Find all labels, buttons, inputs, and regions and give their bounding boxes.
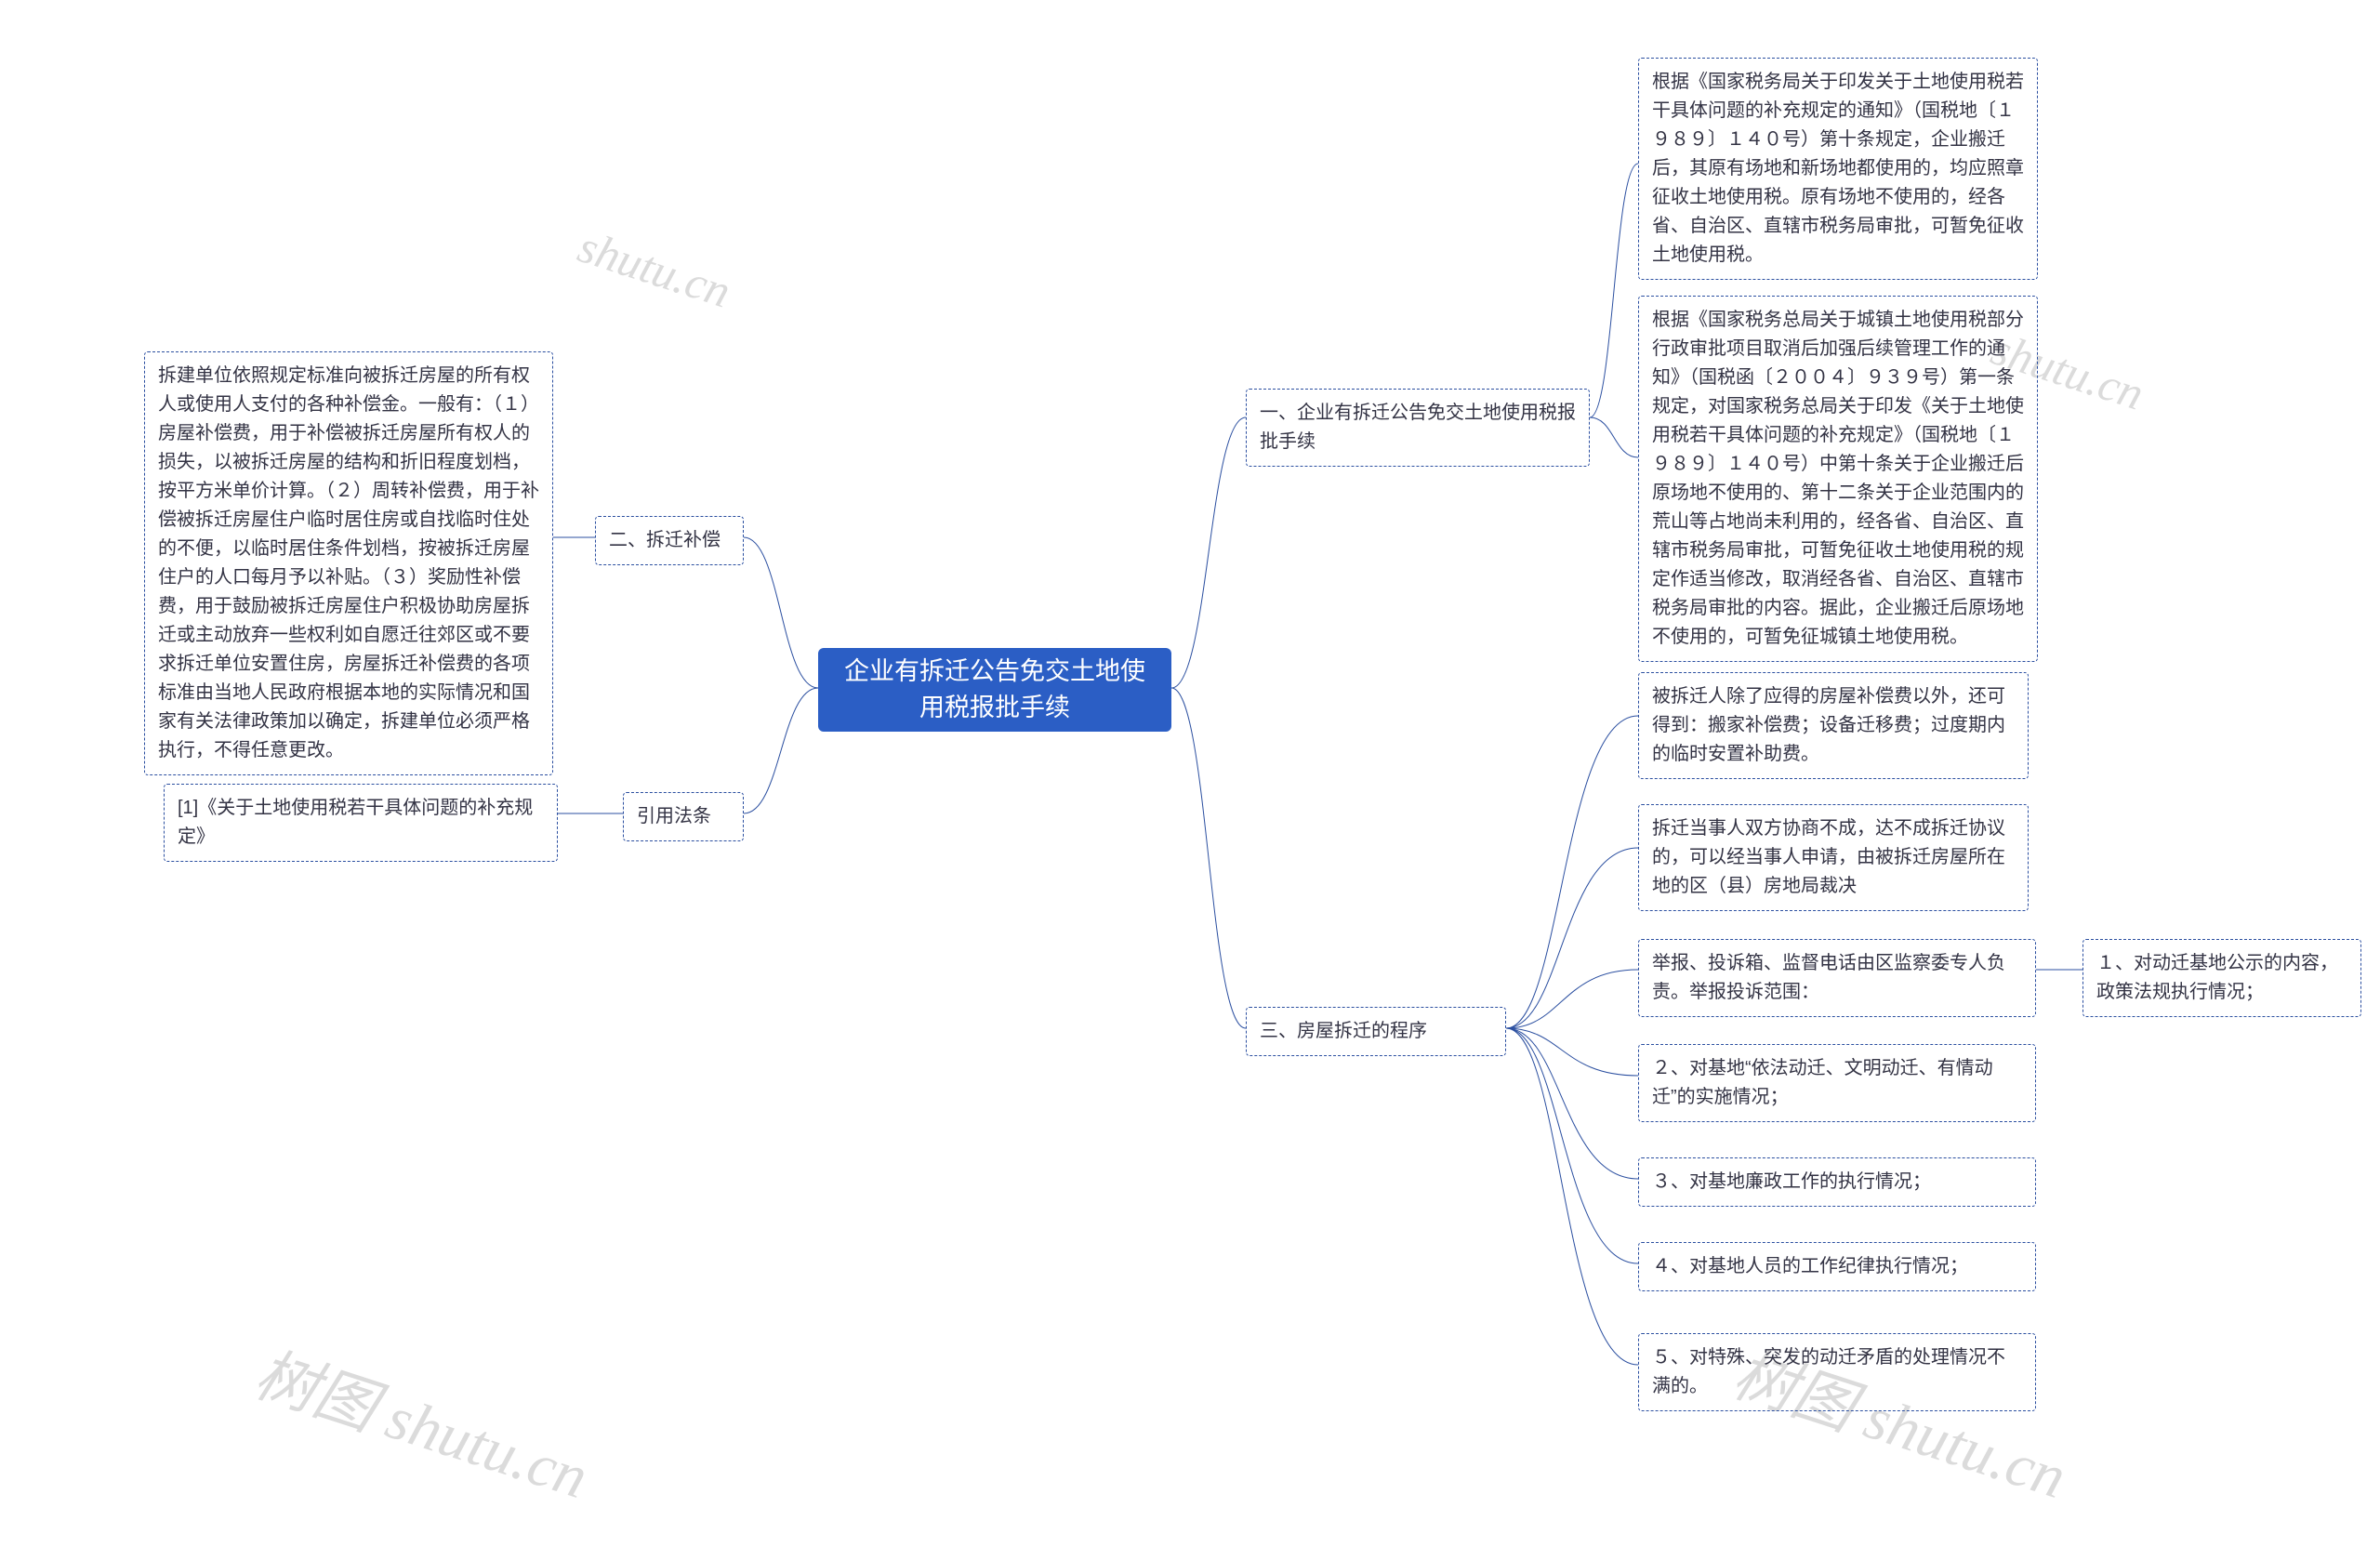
watermark: shutu.cn xyxy=(572,218,737,318)
branch-3-child-7[interactable]: ５、对特殊、突发的动迁矛盾的处理情况不满的。 xyxy=(1638,1333,2036,1411)
branch-1-child-2[interactable]: 根据《国家税务总局关于城镇土地使用税部分行政审批项目取消后加强后续管理工作的通知… xyxy=(1638,296,2038,662)
branch-3-child-4[interactable]: ２、对基地“依法动迁、文明动迁、有情动迁”的实施情况； xyxy=(1638,1044,2036,1122)
branch-3-child-2[interactable]: 拆迁当事人双方协商不成，达不成拆迁协议的，可以经当事人申请，由被拆迁房屋所在地的… xyxy=(1638,804,2029,911)
branch-1-child-1[interactable]: 根据《国家税务局关于印发关于土地使用税若干具体问题的补充规定的通知》（国税地〔１… xyxy=(1638,58,2038,280)
branch-3-child-3-sub-1[interactable]: １、对动迁基地公示的内容，政策法规执行情况； xyxy=(2082,939,2361,1017)
branch-2-child[interactable]: 拆建单位依照规定标准向被拆迁房屋的所有权人或使用人支付的各种补偿金。一般有：（１… xyxy=(144,351,553,775)
watermark: 树图 shutu.cn xyxy=(245,1325,601,1516)
branch-3-child-3[interactable]: 举报、投诉箱、监督电话由区监察委专人负责。举报投诉范围： xyxy=(1638,939,2036,1017)
branch-3-child-1[interactable]: 被拆迁人除了应得的房屋补偿费以外，还可得到：搬家补偿费；设备迁移费；过度期内的临… xyxy=(1638,672,2029,779)
branch-3[interactable]: 三、房屋拆迁的程序 xyxy=(1246,1007,1506,1056)
branch-ref-child[interactable]: [1]《关于土地使用税若干具体问题的补充规定》 xyxy=(164,784,558,862)
branch-1[interactable]: 一、企业有拆迁公告免交土地使用税报批手续 xyxy=(1246,389,1590,467)
root-node[interactable]: 企业有拆迁公告免交土地使用税报批手续 xyxy=(818,648,1171,732)
branch-ref[interactable]: 引用法条 xyxy=(623,792,744,841)
branch-3-child-6[interactable]: ４、对基地人员的工作纪律执行情况； xyxy=(1638,1242,2036,1291)
branch-2[interactable]: 二、拆迁补偿 xyxy=(595,516,744,565)
branch-3-child-5[interactable]: ３、对基地廉政工作的执行情况； xyxy=(1638,1157,2036,1207)
